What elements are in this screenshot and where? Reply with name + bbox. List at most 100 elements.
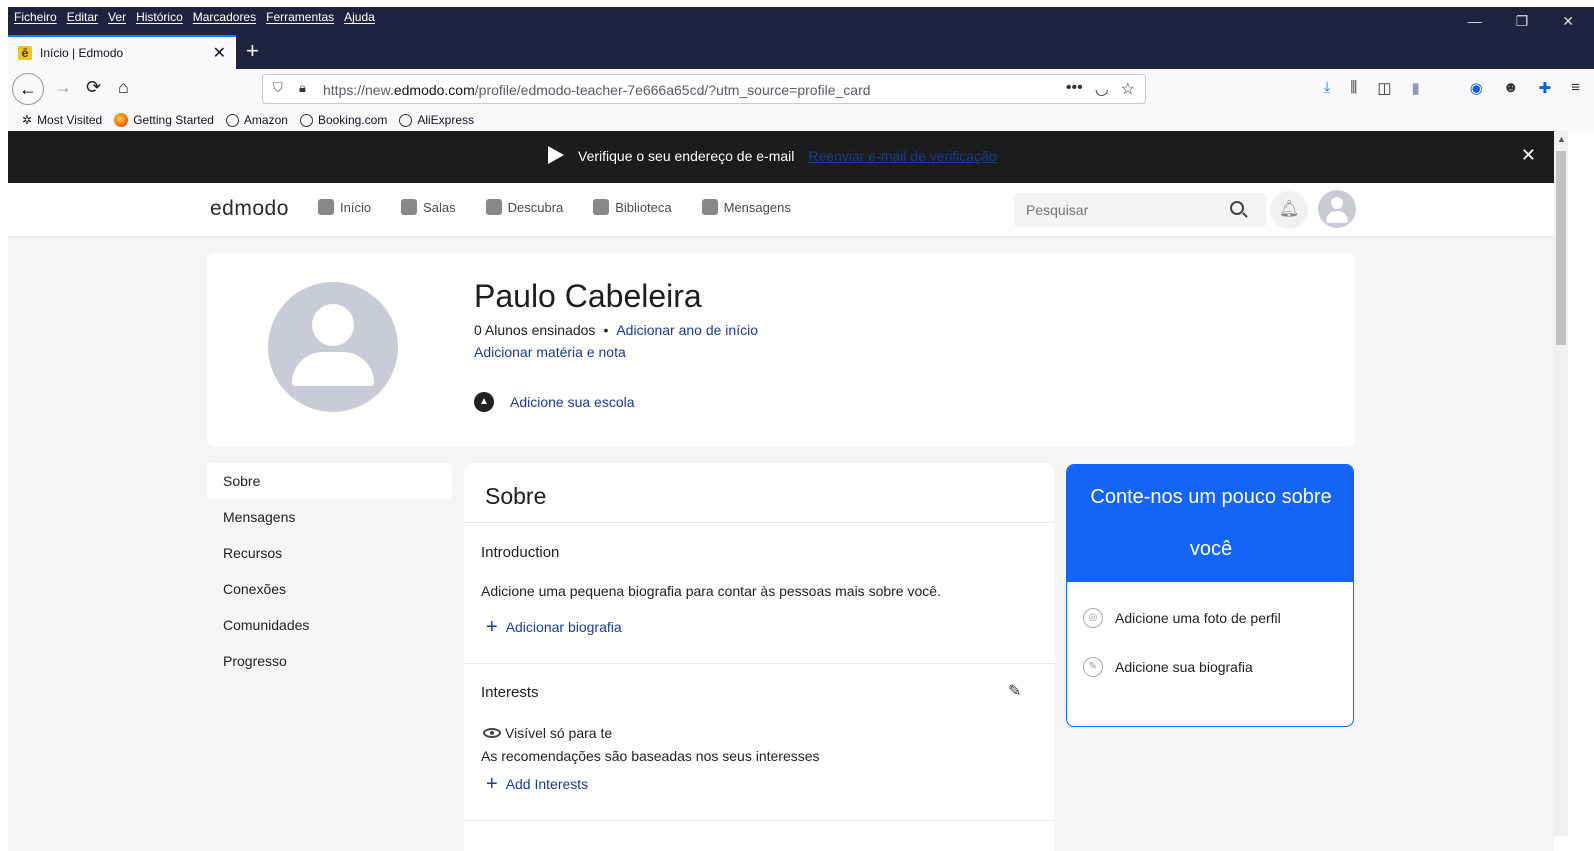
- close-window-button[interactable]: ✕: [1562, 13, 1574, 30]
- menu-editar[interactable]: Editar: [67, 10, 98, 24]
- eye-icon: [483, 728, 501, 738]
- globe-icon: [225, 113, 239, 127]
- new-tab-button[interactable]: +: [246, 38, 259, 64]
- page-scrollbar[interactable]: ▲: [1554, 131, 1568, 836]
- add-bio-item[interactable]: ✎ Adicione sua biografia: [1083, 657, 1253, 677]
- side-item-comunidades[interactable]: Comunidades: [207, 607, 452, 643]
- add-profile-photo-item[interactable]: ◎ Adicione uma foto de perfil: [1083, 608, 1281, 628]
- side-item-conexoes[interactable]: Conexões: [207, 571, 452, 607]
- side-item-recursos[interactable]: Recursos: [207, 535, 452, 571]
- tab-title: Início | Edmodo: [40, 46, 124, 60]
- shield-icon[interactable]: ⛉: [273, 80, 283, 96]
- menu-historico[interactable]: Histórico: [136, 10, 183, 24]
- school-icon: ▲: [474, 392, 494, 412]
- pencil-icon: ✎: [1083, 657, 1103, 677]
- bookmarks-bar: ✲ Most Visited Getting Started Amazon Boo…: [8, 109, 1594, 131]
- forward-button[interactable]: →: [54, 77, 72, 98]
- nav-salas[interactable]: Salas: [401, 199, 456, 215]
- menu-ver[interactable]: Ver: [108, 10, 126, 24]
- side-item-mensagens[interactable]: Mensagens: [207, 499, 452, 535]
- side-item-sobre[interactable]: Sobre: [207, 463, 452, 499]
- bookmark-most-visited[interactable]: ✲ Most Visited: [22, 113, 102, 127]
- add-start-year-link[interactable]: Adicionar ano de início: [616, 322, 758, 338]
- bookmark-getting-started[interactable]: Getting Started: [114, 113, 214, 127]
- introduction-text: Adicione uma pequena biografia para cont…: [481, 583, 941, 599]
- menu-ficheiro[interactable]: Ficheiro: [14, 10, 57, 24]
- bookmark-star-icon[interactable]: ☆: [1121, 79, 1135, 99]
- home-button[interactable]: ⌂: [118, 77, 129, 98]
- menu-marcadores[interactable]: Marcadores: [193, 10, 256, 24]
- message-icon: [701, 199, 718, 215]
- add-bio-link[interactable]: + Adicionar biografia: [486, 616, 622, 638]
- restore-button[interactable]: ❐: [1516, 13, 1529, 30]
- visibility-text: Visível só para te: [505, 725, 613, 741]
- edmodo-logo[interactable]: edmodo: [210, 197, 289, 221]
- lock-icon[interactable]: 🔒︎: [299, 80, 306, 96]
- extension-download-icon[interactable]: ◉: [1470, 79, 1483, 97]
- resend-verification-link[interactable]: Reenviar e-mail de verificação: [808, 148, 996, 164]
- sidebar-icon[interactable]: ◫: [1377, 79, 1391, 97]
- nav-descubra[interactable]: Descubra: [485, 199, 563, 215]
- menu-bar: Ficheiro Editar Ver Histórico Marcadores…: [8, 7, 1594, 35]
- navigation-bar: ← → ⟳ ⌂ ⛉ 🔒︎ https://new.edmodo.com/prof…: [8, 69, 1594, 109]
- profile-card: Paulo Cabeleira 0 Alunos ensinados • Adi…: [207, 253, 1355, 447]
- site-header: edmodo Início Salas Descubra Biblioteca …: [8, 183, 1554, 236]
- add-interests-link[interactable]: + Add Interests: [486, 773, 588, 795]
- about-title: Sobre: [485, 483, 547, 509]
- extension-icon[interactable]: ▮: [1412, 79, 1420, 97]
- scrollbar-thumb[interactable]: [1556, 151, 1566, 345]
- add-subject-link[interactable]: Adicionar matéria e nota: [474, 344, 626, 360]
- play-icon: [548, 146, 564, 164]
- user-avatar[interactable]: [1318, 190, 1356, 228]
- address-bar[interactable]: ⛉ 🔒︎ https://new.edmodo.com/profile/edmo…: [262, 74, 1146, 104]
- tab-inicio-edmodo[interactable]: ē Início | Edmodo ✕: [8, 35, 236, 69]
- menu-ajuda[interactable]: Ajuda: [344, 10, 375, 24]
- bookmark-amazon[interactable]: Amazon: [225, 113, 288, 127]
- search-input[interactable]: [1014, 193, 1266, 227]
- download-icon[interactable]: ⤓: [1324, 79, 1331, 97]
- firefox-icon: [114, 113, 129, 127]
- globe-icon: [299, 113, 313, 127]
- profile-name: Paulo Cabeleira: [474, 278, 702, 314]
- globe-icon: [399, 113, 413, 127]
- nav-inicio[interactable]: Início: [318, 199, 371, 215]
- edit-pencil-icon[interactable]: ✎: [1008, 681, 1021, 701]
- reload-button[interactable]: ⟳: [86, 77, 101, 98]
- tab-close-icon[interactable]: ✕: [213, 43, 226, 63]
- add-school-link[interactable]: Adicione sua escola: [510, 394, 635, 410]
- scroll-up-icon[interactable]: ▲: [1557, 134, 1566, 144]
- interests-title: Interests: [481, 684, 539, 701]
- side-item-progresso[interactable]: Progresso: [207, 643, 452, 679]
- pocket-icon[interactable]: ◡: [1095, 79, 1109, 99]
- nav-biblioteca[interactable]: Biblioteca: [593, 199, 672, 215]
- edmodo-favicon-icon: ē: [18, 46, 32, 60]
- plus-icon: +: [486, 773, 498, 795]
- back-button[interactable]: ←: [12, 73, 44, 105]
- minimize-button[interactable]: —: [1468, 13, 1482, 30]
- extension-plus-icon[interactable]: ✚: [1539, 79, 1552, 97]
- about-panel: Sobre Introduction Adicione uma pequena …: [464, 463, 1054, 851]
- promo-header: Conte-nos um pouco sobre você: [1067, 465, 1353, 582]
- bookmark-booking[interactable]: Booking.com: [299, 113, 387, 127]
- profile-avatar[interactable]: [268, 282, 398, 412]
- classes-icon: [401, 199, 418, 215]
- library-book-icon: [593, 199, 610, 215]
- plus-icon: +: [486, 616, 498, 638]
- search-icon[interactable]: [1230, 201, 1244, 215]
- verification-banner: Verifique o seu endereço de e-mail Reenv…: [8, 131, 1554, 183]
- students-count: 0 Alunos ensinados: [474, 322, 596, 338]
- browser-window: Ficheiro Editar Ver Histórico Marcadores…: [0, 0, 1594, 851]
- menu-ferramentas[interactable]: Ferramentas: [266, 10, 334, 24]
- url-text[interactable]: https://new.edmodo.com/profile/edmodo-te…: [323, 82, 871, 98]
- page-actions-icon[interactable]: •••: [1066, 79, 1083, 99]
- library-icon[interactable]: ⫼: [1350, 79, 1357, 97]
- close-banner-icon[interactable]: ✕: [1521, 145, 1536, 166]
- banner-message: Verifique o seu endereço de e-mail: [578, 148, 795, 164]
- notification-bell-icon[interactable]: 🔔︎: [1270, 191, 1308, 229]
- nav-mensagens[interactable]: Mensagens: [701, 199, 791, 215]
- account-icon[interactable]: ☻: [1503, 79, 1519, 97]
- bookmark-aliexpress[interactable]: AliExpress: [399, 113, 474, 127]
- bullet-separator: •: [603, 322, 609, 338]
- introduction-title: Introduction: [481, 544, 560, 561]
- hamburger-menu-icon[interactable]: ≡: [1571, 79, 1580, 97]
